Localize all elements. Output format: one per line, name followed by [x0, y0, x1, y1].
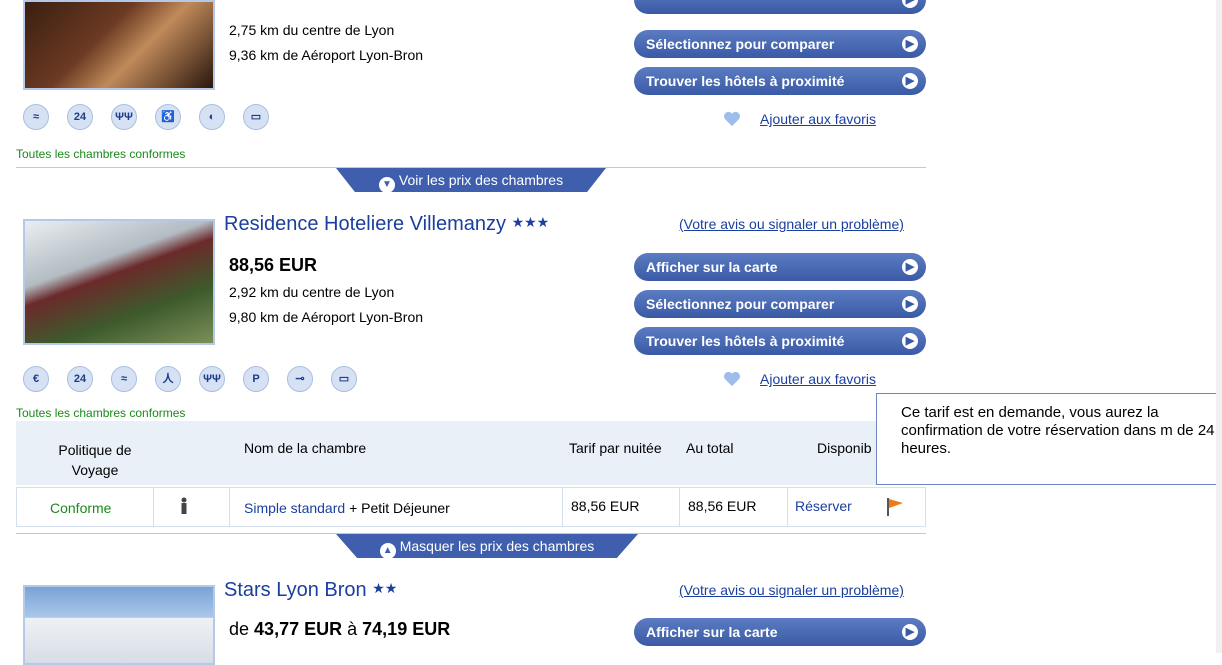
parking-icon: P [243, 366, 269, 392]
nearby-hotels-button[interactable]: Trouver les hôtels à proximité ▶ [634, 327, 926, 355]
col-policy: Politique de Voyage [58, 442, 132, 478]
map-button[interactable]: ▶ [634, 0, 926, 14]
room-name: Simple standard + Petit Déjeuner [244, 500, 450, 516]
heart-icon [724, 371, 740, 387]
hotel-name-text: Residence Hoteliere Villemanzy [224, 213, 506, 235]
show-prices-label: Voir les prix des chambres [398, 172, 564, 188]
room-extra: + Petit Déjeuner [349, 500, 450, 516]
star-rating: ★★★ [511, 214, 550, 230]
chevron-right-icon: ▶ [902, 0, 918, 8]
hide-prices-tab[interactable]: ▲ Masquer les prix des chambres [336, 534, 638, 558]
chevron-down-icon: ▼ [378, 177, 395, 192]
col-nightly: Tarif par nuitée [569, 440, 662, 456]
col-total: Au total [686, 440, 734, 456]
key-icon: ⊸ [287, 366, 313, 392]
distance-center: 2,92 km du centre de Lyon [229, 284, 395, 300]
policy-value: Conforme [50, 500, 112, 516]
tv-icon: ▭ [243, 104, 269, 130]
wifi-free-icon: ≈ [23, 104, 49, 130]
tv-icon: ▭ [331, 366, 357, 392]
nearby-label: Trouver les hôtels à proximité [646, 333, 845, 349]
map-button[interactable]: Afficher sur la carte ▶ [634, 618, 926, 646]
chevron-right-icon: ▶ [902, 333, 918, 349]
hotel-name[interactable]: Residence Hoteliere Villemanzy ★★★ [224, 213, 549, 236]
nearby-label: Trouver les hôtels à proximité [646, 73, 845, 89]
compare-label: Sélectionnez pour comparer [646, 36, 835, 52]
chevron-right-icon: ▶ [902, 36, 918, 52]
map-label: Afficher sur la carte [646, 624, 778, 640]
reserve-link[interactable]: Réserver [795, 498, 852, 514]
distance-airport: 9,80 km de Aéroport Lyon-Bron [229, 309, 424, 325]
review-link[interactable]: (Votre avis ou signaler un problème) [679, 216, 904, 232]
room-name-link[interactable]: Simple standard [244, 500, 345, 516]
wheelchair-icon: ♿ [155, 104, 181, 130]
distance-center: 2,75 km du centre de Lyon [229, 22, 395, 38]
flag-icon [887, 498, 903, 516]
col-room-name: Nom de la chambre [244, 440, 367, 456]
conform-text: Toutes les chambres conformes [16, 147, 186, 161]
hotel-name-text: Stars Lyon Bron [224, 579, 367, 601]
chevron-right-icon: ▶ [902, 624, 918, 640]
chevron-up-icon: ▲ [379, 543, 396, 558]
map-button[interactable]: Afficher sur la carte ▶ [634, 253, 926, 281]
24h-icon: 24 [67, 366, 93, 392]
heart-icon [724, 111, 740, 127]
rate-tooltip: Ce tarif est en demande, vous aurez la c… [876, 393, 1222, 485]
map-label: Afficher sur la carte [646, 259, 778, 275]
star-rating: ★★ [372, 580, 398, 596]
hotel-photo[interactable] [23, 585, 215, 665]
chevron-right-icon: ▶ [902, 73, 918, 89]
compare-label: Sélectionnez pour comparer [646, 296, 835, 312]
conform-text: Toutes les chambres conformes [16, 406, 186, 420]
fitness-icon: 人 [155, 366, 181, 392]
wifi-icon: ≈ [111, 366, 137, 392]
rates-table-header: Politique de Voyage Nom de la chambre Ta… [16, 421, 926, 485]
show-prices-tab[interactable]: ▼ Voir les prix des chambres [336, 168, 606, 192]
table-row: Conforme Simple standard + Petit Déjeune… [16, 487, 926, 527]
total-rate: 88,56 EUR [688, 498, 757, 514]
24h-icon: 24 [67, 104, 93, 130]
chevron-right-icon: ▶ [902, 296, 918, 312]
compare-button[interactable]: Sélectionnez pour comparer ▶ [634, 30, 926, 58]
hotel-name[interactable]: Stars Lyon Bron ★★ [224, 579, 397, 602]
room-service-icon: ◐ [199, 104, 225, 130]
add-favorites-link[interactable]: Ajouter aux favoris [760, 371, 876, 387]
add-favorites-link[interactable]: Ajouter aux favoris [760, 111, 876, 127]
col-availability: Disponib [817, 440, 872, 456]
price-range: de 43,77 EUR à 74,19 EUR [229, 619, 450, 640]
scrollbar[interactable] [1216, 0, 1222, 653]
review-link[interactable]: (Votre avis ou signaler un problème) [679, 582, 904, 598]
price-mid: à [347, 619, 358, 639]
price-to: 74,19 EUR [362, 619, 451, 639]
hide-prices-label: Masquer les prix des chambres [399, 538, 595, 554]
price: 88,56 EUR [229, 255, 318, 275]
restaurant-icon: ΨΨ [111, 104, 137, 130]
restaurant-icon: ΨΨ [199, 366, 225, 392]
person-icon [181, 497, 187, 514]
hotel-photo[interactable] [23, 0, 215, 90]
parking-free-icon: € [23, 366, 49, 392]
nearby-hotels-button[interactable]: Trouver les hôtels à proximité ▶ [634, 67, 926, 95]
hotel-photo[interactable] [23, 219, 215, 345]
compare-button[interactable]: Sélectionnez pour comparer ▶ [634, 290, 926, 318]
price-prefix: de [229, 619, 250, 639]
distance-airport: 9,36 km de Aéroport Lyon-Bron [229, 47, 424, 63]
chevron-right-icon: ▶ [902, 259, 918, 275]
nightly-rate: 88,56 EUR [571, 498, 640, 514]
price-from: 43,77 EUR [254, 619, 343, 639]
divider [16, 533, 926, 534]
divider [16, 167, 926, 168]
